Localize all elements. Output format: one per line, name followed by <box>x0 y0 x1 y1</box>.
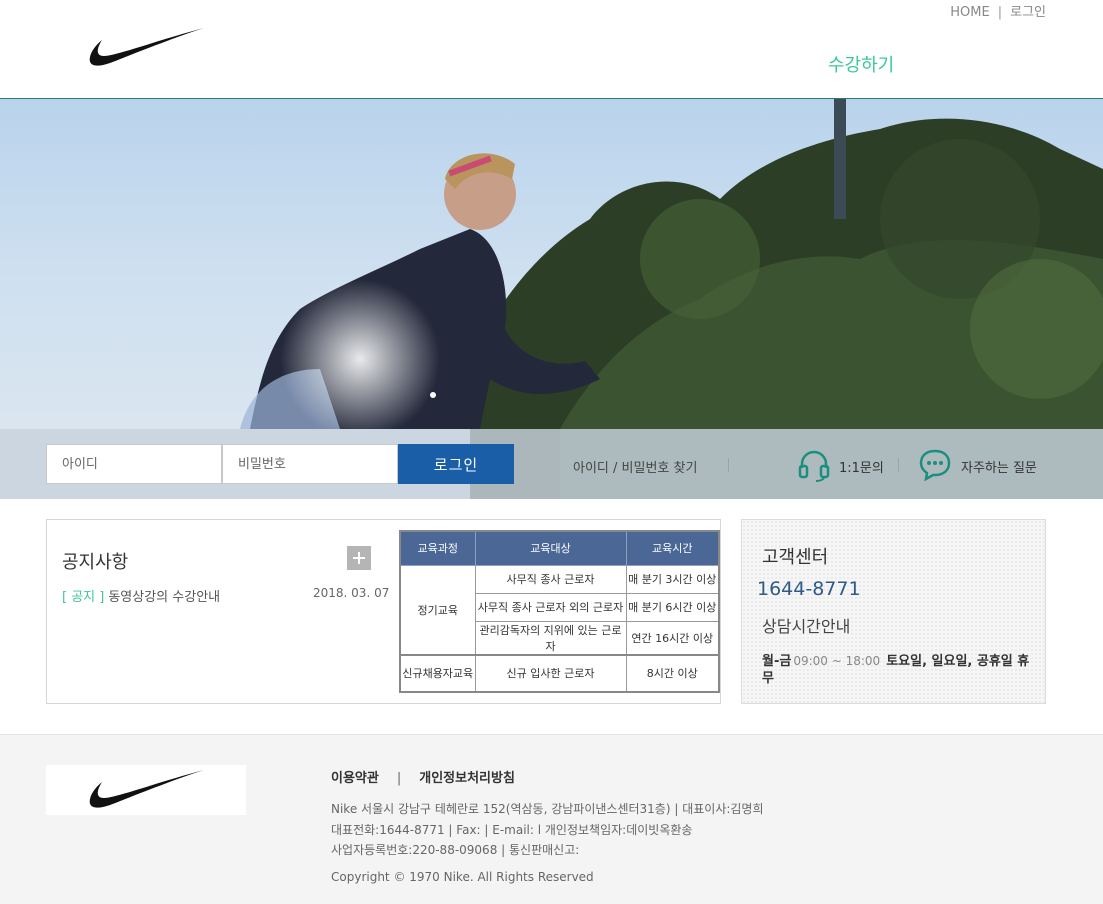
table-cell: 8시간 이상 <box>625 653 720 692</box>
table-cell: 신규채용자교육 <box>399 653 476 692</box>
footer-link-separator: | <box>396 771 402 786</box>
plus-icon[interactable] <box>347 546 371 570</box>
table-cell: 정기교육 <box>399 564 476 655</box>
divider <box>728 458 729 472</box>
site-header: HOME | 로그인 수강하기 <box>0 0 1103 99</box>
util-separator: | <box>997 5 1003 20</box>
table-cell: 신규 입사한 근로자 <box>474 653 627 692</box>
notice-item-title[interactable]: 동영상강의 수강안내 <box>108 590 220 605</box>
headset-icon[interactable] <box>797 448 831 482</box>
table-header: 교육시간 <box>625 530 720 566</box>
table-cell: 사무직 종사 근로자 <box>474 564 627 594</box>
footer-links: 이용약관 | 개인정보처리방침 <box>331 767 515 786</box>
terms-link[interactable]: 이용약관 <box>331 771 379 786</box>
table-header: 교육대상 <box>474 530 627 566</box>
hours-time: 09:00 ~ 18:00 <box>793 654 881 668</box>
login-button[interactable]: 로그인 <box>398 444 514 484</box>
divider <box>898 458 899 472</box>
table-header: 교육과정 <box>399 530 476 566</box>
table-cell: 관리감독자의 지위에 있는 근로자 <box>474 620 627 655</box>
education-table: 교육과정 교육대상 교육시간 정기교육 사무직 종사 근로자 매 분기 3시간 … <box>399 530 720 693</box>
footer-business-number: 사업자등록번호:220-88-09068 | 통신판매신고: <box>331 843 580 857</box>
notice-tag: [ 공지 ] <box>62 590 105 605</box>
password-input[interactable] <box>222 444 398 484</box>
table-cell: 연간 16시간 이상 <box>625 620 720 655</box>
home-link[interactable]: HOME <box>950 5 989 20</box>
hours-title: 상담시간안내 <box>762 617 851 636</box>
notice-title: 공지사항 <box>62 552 129 573</box>
customer-center-title: 고객센터 <box>762 547 829 568</box>
top-login-link[interactable]: 로그인 <box>1010 1 1046 20</box>
id-input[interactable] <box>46 444 222 484</box>
footer-copyright: Copyright © 1970 Nike. All Rights Reserv… <box>331 870 594 884</box>
table-cell: 사무직 종사 근로자 외의 근로자 <box>474 592 627 622</box>
footer-contact: 대표전화:1644-8771 | Fax: | E-mail: l 개인정보책임… <box>331 823 693 837</box>
nav-enroll[interactable]: 수강하기 <box>828 51 894 77</box>
privacy-link[interactable]: 개인정보처리방침 <box>419 771 515 786</box>
hours-days: 월-금 <box>762 654 792 669</box>
find-id-password-link[interactable]: 아이디 / 비밀번호 찾기 <box>573 457 697 476</box>
top-utility-nav: HOME | 로그인 <box>950 1 1046 20</box>
table-cell: 매 분기 6시간 이상 <box>625 592 720 622</box>
footer-address: Nike 서울시 강남구 테헤란로 152(역삼동, 강남파이낸스센터31층) … <box>331 802 764 816</box>
inquiry-link[interactable]: 1:1문의 <box>839 457 884 476</box>
footer-nike-logo <box>89 770 204 808</box>
nike-logo[interactable] <box>88 26 206 70</box>
customer-phone: 1644-8771 <box>757 578 861 600</box>
notice-list-item[interactable]: [ 공지 ] 동영상강의 수강안내 <box>62 586 220 605</box>
table-cell: 매 분기 3시간 이상 <box>625 564 720 594</box>
faq-link[interactable]: 자주하는 질문 <box>961 457 1037 476</box>
chat-bubble-icon[interactable] <box>918 448 952 482</box>
notice-date: 2018. 03. 07 <box>313 586 390 600</box>
hours-info: 월-금 09:00 ~ 18:00 토요일, 일요일, 공휴일 휴무 <box>762 653 1032 687</box>
